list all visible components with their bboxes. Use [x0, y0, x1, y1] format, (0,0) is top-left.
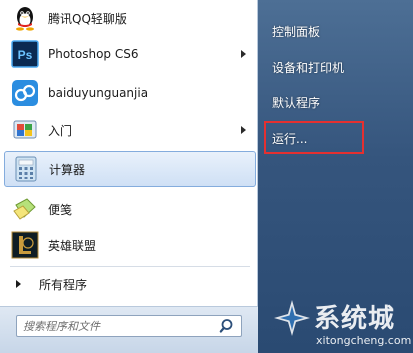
start-menu-programs-pane: 腾讯QQ轻聊版 Ps Photoshop CS6 baiduyunguanjia [0, 0, 258, 353]
program-photoshop[interactable]: Ps Photoshop CS6 [4, 36, 256, 72]
program-label: Photoshop CS6 [48, 47, 139, 61]
program-baiduyunguanjia[interactable]: baiduyunguanjia [4, 75, 256, 111]
run-highlight-box [264, 121, 364, 154]
program-calculator[interactable]: 计算器 [4, 151, 256, 187]
program-getting-started[interactable]: 入门 [4, 112, 256, 148]
program-qq[interactable]: 腾讯QQ轻聊版 [4, 0, 256, 36]
program-label: 腾讯QQ轻聊版 [48, 11, 127, 26]
watermark: 系统城 xitongcheng.com [272, 296, 413, 353]
watermark-logo-icon [274, 300, 310, 336]
svg-text:Ps: Ps [18, 48, 33, 62]
getting-started-icon [10, 115, 40, 145]
program-label: 入门 [48, 123, 73, 138]
program-label: 计算器 [49, 162, 86, 177]
program-label: 英雄联盟 [48, 238, 97, 253]
expand-arrow-icon [16, 280, 21, 288]
program-label: 便笺 [48, 202, 73, 217]
search-input[interactable] [23, 317, 219, 335]
sticky-notes-icon [10, 194, 40, 224]
search-icon[interactable] [219, 317, 237, 335]
submenu-arrow-icon[interactable] [241, 50, 246, 58]
all-programs-label: 所有程序 [39, 277, 88, 292]
all-programs-item[interactable]: 所有程序 [4, 270, 256, 298]
league-of-legends-icon [10, 230, 40, 260]
program-sticky-notes[interactable]: 便笺 [4, 191, 256, 227]
calculator-icon [11, 154, 41, 184]
program-league-of-legends[interactable]: 英雄联盟 [4, 227, 256, 263]
qq-penguin-icon [10, 3, 40, 33]
watermark-brand: 系统城 [314, 304, 396, 334]
submenu-arrow-icon[interactable] [241, 126, 246, 134]
divider [10, 266, 250, 267]
watermark-domain: xitongcheng.com [316, 334, 412, 347]
devices-and-printers-link[interactable]: 设备和打印机 [272, 58, 344, 78]
search-area [0, 306, 258, 353]
search-box[interactable] [16, 315, 242, 337]
default-programs-link[interactable]: 默认程序 [272, 93, 320, 113]
program-label: baiduyunguanjia [48, 86, 149, 100]
photoshop-icon: Ps [10, 39, 40, 69]
control-panel-link[interactable]: 控制面板 [272, 22, 320, 42]
baidu-cloud-icon [10, 78, 40, 108]
